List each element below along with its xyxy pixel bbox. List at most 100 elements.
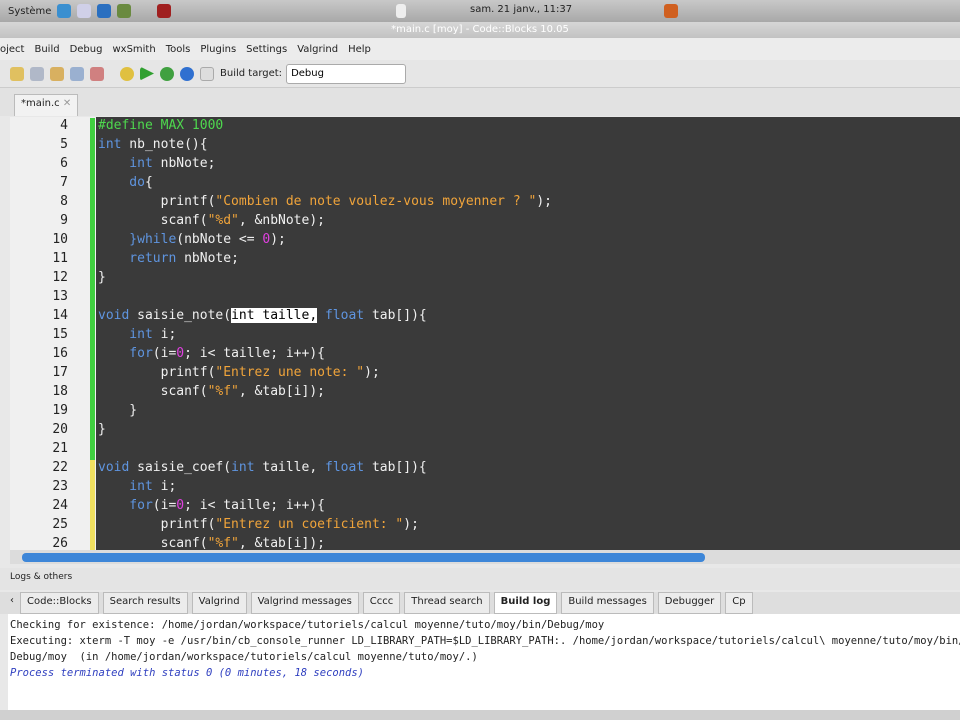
change-marker [90,118,95,137]
code-token: printf( [98,194,216,209]
close-icon[interactable]: ✕ [63,98,71,109]
log-tab-search-results[interactable]: Search results [102,592,188,614]
line-number: 26 [52,536,68,550]
app-launcher-icon[interactable] [57,4,72,18]
code-token: scanf( [98,384,208,399]
log-tab-code-blocks[interactable]: Code::Blocks [20,592,99,614]
horizontal-scrollbar[interactable] [10,550,960,564]
log-tab-cccc[interactable]: Cccc [362,592,401,614]
notification-icon[interactable] [396,4,406,18]
log-line: Checking for existence: /home/jordan/wor… [10,619,605,631]
code-line: void saisie_coef(int taille, float tab[]… [98,460,427,475]
menu-item-oject[interactable]: oject [0,44,24,55]
code-token: tab[]){ [364,308,427,323]
log-tab-debugger[interactable]: Debugger [657,592,722,614]
system-menu[interactable]: Système [8,6,51,17]
code-token: int [98,327,153,342]
code-token: return [98,251,177,266]
line-number: 24 [52,498,68,513]
app-launcher-icon[interactable] [157,4,172,18]
log-tab-build-messages[interactable]: Build messages [561,592,654,614]
menu-item-help[interactable]: Help [348,44,371,55]
log-tab-valgrind-messages[interactable]: Valgrind messages [250,592,359,614]
line-number: 23 [52,479,68,494]
scrollbar-thumb[interactable] [22,553,705,562]
tab-scroll-left-icon[interactable]: ‹ [10,595,14,606]
code-token: "%f" [207,536,239,550]
build-log-output[interactable]: Checking for existence: /home/jordan/wor… [8,614,960,710]
menu-item-valgrind[interactable]: Valgrind [297,44,338,55]
log-tab-build-log[interactable]: Build log [493,592,558,614]
menu-item-wxsmith[interactable]: wxSmith [112,44,155,55]
line-number: 10 [52,232,68,247]
build-and-run-icon[interactable] [160,66,174,81]
change-marker [90,384,95,403]
code-line: int nb_note(){ [98,137,208,152]
rebuild-icon[interactable] [180,66,194,81]
code-line: } [98,422,106,437]
build-target-select[interactable]: Debug [286,63,407,84]
menu-item-settings[interactable]: Settings [246,44,287,55]
menu-item-plugins[interactable]: Plugins [200,44,236,55]
tab-label: *main.c [21,98,60,109]
code-token: tab[]){ [364,460,427,475]
code-token: int [98,137,122,152]
line-number: 9 [60,213,68,228]
line-number: 6 [60,156,68,171]
log-line: Debug/moy (in /home/jordan/workspace/tut… [10,651,478,663]
app-launcher-icon[interactable] [117,4,132,18]
code-token: nb_note(){ [121,137,208,152]
change-marker [90,422,95,441]
abort-icon[interactable] [200,66,214,81]
line-number: 20 [52,422,68,437]
line-number: 5 [60,137,68,152]
code-token: float [325,460,365,475]
code-token: for [98,498,153,513]
find-icon[interactable] [70,66,84,81]
code-token: scanf( [98,213,208,228]
log-tab-valgrind[interactable]: Valgrind [191,592,247,614]
code-token: taille, [254,460,325,475]
code-token: ); [270,232,286,247]
clock[interactable]: sam. 21 janv., 11:37 [470,4,572,15]
line-number: 22 [52,460,68,475]
log-tab-thread-search[interactable]: Thread search [404,592,490,614]
change-marker [90,308,95,327]
code-line: } [98,270,106,285]
paste-icon[interactable] [50,66,64,81]
change-marker [90,441,95,460]
change-marker [90,479,95,498]
tab-main-c[interactable]: *main.c ✕ [14,94,79,116]
run-icon[interactable] [140,66,154,81]
app-launcher-icon[interactable] [97,4,112,18]
app-launcher-icon[interactable] [77,4,92,18]
code-token: (i= [152,498,177,513]
build-icon[interactable] [120,66,134,81]
code-editor[interactable]: 4 5 6 7 8 9 10 11 12 13 14 15 16 17 18 19 20 21 22 23 24 25 26… [10,117,960,550]
code-token: while [137,232,177,247]
tray-icon[interactable] [664,4,678,18]
code-line: scanf("%f", &tab[i]); [98,384,325,399]
code-token: i; [152,327,177,342]
change-marker [90,156,95,175]
line-number: 17 [52,365,68,380]
code-line: void saisie_note(int taille, float tab[]… [98,308,427,323]
change-marker [90,536,95,550]
log-line: Process terminated with status 0 (0 minu… [10,667,365,679]
menu-item-debug[interactable]: Debug [70,44,103,55]
copy-icon[interactable] [30,66,44,81]
code-line: }while(nbNote <= 0); [98,232,286,247]
menu-item-tools[interactable]: Tools [166,44,191,55]
log-tab-cp[interactable]: Cp [725,592,753,614]
code-line: scanf("%d", &nbNote); [98,213,325,228]
change-marker [90,289,95,308]
logs-tabs: ‹ Code::Blocks Search results Valgrind Valgr… [0,592,960,614]
menu-item-build[interactable]: Build [34,44,59,55]
line-number: 7 [60,175,68,190]
change-marker [90,270,95,289]
code-token: void [98,460,130,475]
cut-icon[interactable] [10,66,24,81]
change-marker [90,232,95,251]
code-line: int nbNote; [98,156,215,171]
replace-icon[interactable] [90,66,104,81]
